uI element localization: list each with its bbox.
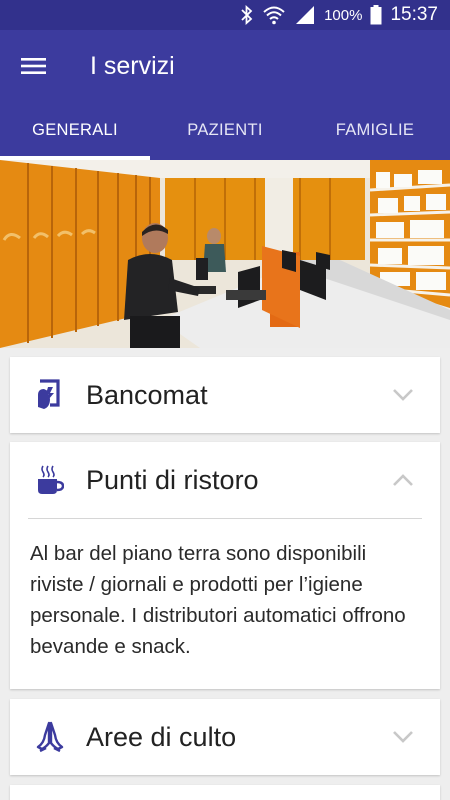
chevron-up-icon[interactable] xyxy=(390,470,416,490)
service-header-punti-di-ristoro[interactable]: Punti di ristoro xyxy=(10,442,440,518)
clock: 15:37 xyxy=(390,4,438,25)
service-title-bancomat: Bancomat xyxy=(86,380,208,410)
service-card-aree-di-culto: Aree di culto xyxy=(10,699,440,775)
bluetooth-icon xyxy=(240,5,254,25)
hero-image xyxy=(0,160,450,348)
status-bar: 100% 15:37 xyxy=(0,0,450,30)
service-card-partial xyxy=(10,785,440,800)
tab-pazienti[interactable]: PAZIENTI xyxy=(150,102,300,160)
tab-famiglie[interactable]: FAMIGLIE xyxy=(300,102,450,160)
service-title-punti-di-ristoro: Punti di ristoro xyxy=(86,465,259,495)
coffee-cup-icon xyxy=(34,462,66,498)
hamburger-menu-icon[interactable] xyxy=(14,47,54,85)
service-header-aree-di-culto[interactable]: Aree di culto xyxy=(10,699,440,775)
battery-percent: 100% xyxy=(324,6,363,24)
service-title-aree-di-culto: Aree di culto xyxy=(86,722,237,752)
service-card-bancomat: Bancomat xyxy=(10,357,440,433)
signal-icon xyxy=(294,5,316,25)
atm-card-icon xyxy=(34,377,66,413)
service-header-bancomat[interactable]: Bancomat xyxy=(10,357,440,433)
praying-hands-icon xyxy=(34,719,66,755)
card-divider xyxy=(28,518,422,519)
service-card-punti-di-ristoro: Punti di ristoro Al bar del piano terra … xyxy=(10,442,440,689)
chevron-down-icon[interactable] xyxy=(390,727,416,747)
app-bar: I servizi xyxy=(0,30,450,102)
status-icons: 100% 15:37 xyxy=(240,4,438,26)
tab-generali[interactable]: GENERALI xyxy=(0,102,150,160)
service-description-punti-di-ristoro: Al bar del piano terra sono disponibili … xyxy=(30,542,406,658)
battery-icon xyxy=(370,5,382,25)
wifi-icon xyxy=(262,5,286,25)
chevron-down-icon[interactable] xyxy=(390,385,416,405)
tab-bar: GENERALI PAZIENTI FAMIGLIE xyxy=(0,102,450,160)
page-title: I servizi xyxy=(90,52,175,80)
